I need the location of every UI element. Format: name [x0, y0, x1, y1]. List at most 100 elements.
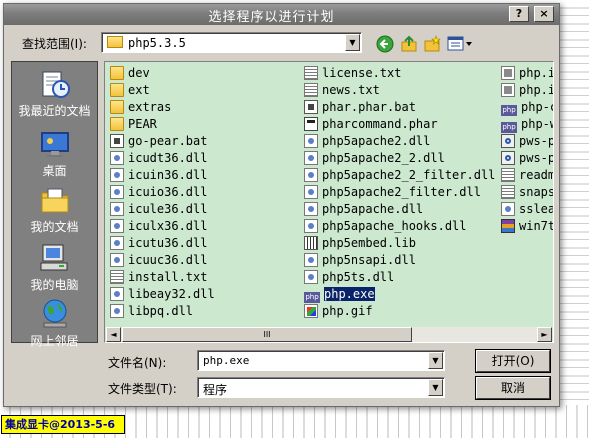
file-name: php5apache_hooks.dll: [322, 219, 467, 233]
look-in-value: php5.3.5: [128, 36, 186, 50]
file-item[interactable]: pws-p: [501, 133, 553, 150]
look-in-combo[interactable]: php5.3.5 ▼: [101, 32, 362, 53]
file-item[interactable]: icule36.dll: [110, 201, 207, 218]
filetype-select[interactable]: 程序 ▼: [197, 377, 445, 398]
view-menu-icon[interactable]: [447, 35, 473, 53]
back-icon[interactable]: [376, 35, 394, 53]
file-item[interactable]: php5apache2_filter.dll: [304, 184, 481, 201]
dll-file-icon: [501, 202, 515, 216]
folder-icon: [110, 83, 124, 97]
chevron-down-icon[interactable]: ▼: [428, 352, 443, 369]
file-item[interactable]: php5apache.dll: [304, 201, 423, 218]
file-item[interactable]: icuin36.dll: [110, 167, 207, 184]
my-documents-icon: [39, 184, 71, 216]
dll-file-icon: [304, 202, 318, 216]
file-item[interactable]: php php-c: [501, 99, 553, 116]
file-item[interactable]: dev: [110, 65, 150, 82]
file-item[interactable]: readm: [501, 167, 554, 184]
help-button[interactable]: ?: [509, 6, 529, 22]
file-item[interactable]: install.txt: [110, 269, 207, 286]
archive-icon: [501, 219, 515, 233]
place-desktop[interactable]: 桌面: [12, 128, 97, 179]
place-label: 网上邻居: [30, 334, 79, 348]
file-item[interactable]: php php.exe: [304, 286, 375, 303]
dll-file-icon: [304, 253, 318, 267]
file-item[interactable]: extras: [110, 99, 171, 116]
file-item[interactable]: ext: [110, 82, 150, 99]
file-item[interactable]: pws-p: [501, 150, 554, 167]
dll-file-icon: [304, 219, 318, 233]
file-name: icuin36.dll: [128, 168, 208, 182]
file-name: install.txt: [128, 270, 208, 284]
dll-file-icon: [110, 202, 124, 216]
file-item[interactable]: icuuc36.dll: [110, 252, 207, 269]
new-folder-icon[interactable]: [423, 35, 441, 53]
batch-file-icon: [110, 134, 124, 148]
dll-file-icon: [304, 185, 318, 199]
chevron-down-icon[interactable]: ▼: [428, 379, 443, 396]
php-icon: php: [304, 292, 320, 303]
chevron-down-icon[interactable]: ▼: [345, 34, 360, 51]
file-item[interactable]: PEAR: [110, 116, 157, 133]
filetype-label: 文件类型(T):: [108, 382, 177, 396]
file-item[interactable]: license.txt: [304, 65, 401, 82]
close-button[interactable]: ×: [534, 6, 554, 22]
filename-field[interactable]: php.exe ▼: [197, 350, 445, 371]
file-name: snaps: [519, 185, 554, 199]
folder-icon: [110, 66, 124, 80]
file-name: readm: [519, 168, 554, 182]
file-item[interactable]: php php-w: [501, 116, 553, 133]
date-stamp: 集成显卡@2013-5-6: [1, 415, 125, 434]
scroll-right-icon[interactable]: ►: [537, 327, 552, 342]
file-name: pharcommand.phar: [322, 117, 438, 131]
file-item[interactable]: icutu36.dll: [110, 235, 207, 252]
file-name: ext: [128, 83, 150, 97]
scroll-left-icon[interactable]: ◄: [106, 327, 121, 342]
file-item[interactable]: news.txt: [304, 82, 380, 99]
file-item[interactable]: pharcommand.phar: [304, 116, 438, 133]
file-item[interactable]: php.i: [501, 82, 554, 99]
file-item[interactable]: php5apache2.dll: [304, 133, 430, 150]
folder-icon: [110, 117, 124, 131]
file-item[interactable]: php5nsapi.dll: [304, 252, 416, 269]
file-item[interactable]: php5embed.lib: [304, 235, 416, 252]
place-label: 我的电脑: [30, 278, 79, 292]
file-name: news.txt: [322, 83, 380, 97]
scroll-thumb[interactable]: III: [122, 327, 412, 342]
file-item[interactable]: icuio36.dll: [110, 184, 207, 201]
file-item[interactable]: php5ts.dll: [304, 269, 394, 286]
file-item[interactable]: win7t: [501, 218, 553, 235]
php-icon: php: [501, 122, 517, 133]
cancel-button[interactable]: 取消: [475, 376, 551, 400]
horizontal-scrollbar[interactable]: ◄ III ►: [106, 327, 552, 342]
file-name: php5ts.dll: [322, 270, 395, 284]
text-file-icon: [304, 83, 318, 97]
place-network[interactable]: 网上邻居: [12, 298, 97, 349]
my-computer-icon: [39, 242, 71, 274]
file-item[interactable]: php5apache_hooks.dll: [304, 218, 467, 235]
place-my-computer[interactable]: 我的电脑: [12, 242, 97, 293]
place-my-documents[interactable]: 我的文档: [12, 184, 97, 235]
file-item[interactable]: snaps: [501, 184, 554, 201]
look-in-label: 查找范围(I):: [22, 37, 87, 51]
up-folder-icon[interactable]: [400, 35, 418, 53]
file-item[interactable]: phar.phar.bat: [304, 99, 416, 116]
file-item[interactable]: libpq.dll: [110, 303, 193, 320]
file-item[interactable]: libeay32.dll: [110, 286, 215, 303]
file-item[interactable]: php5apache2_2_filter.dll: [304, 167, 495, 184]
place-recent-documents[interactable]: 我最近的文档: [12, 68, 97, 119]
file-item[interactable]: iculx36.dll: [110, 218, 207, 235]
file-list[interactable]: dev ext extras PEAR go-pear.bat icudt36.dll ic…: [104, 61, 554, 343]
text-file-icon: [501, 185, 515, 199]
file-item[interactable]: go-pear.bat: [110, 133, 207, 150]
open-button[interactable]: 打开(O): [475, 349, 551, 373]
file-item[interactable]: php.gif: [304, 303, 373, 320]
desktop-icon: [39, 128, 71, 160]
file-name: pws-p: [519, 151, 554, 165]
file-item[interactable]: php5apache2_2.dll: [304, 150, 445, 167]
file-name: php.i: [519, 83, 554, 97]
file-name: go-pear.bat: [128, 134, 208, 148]
file-item[interactable]: php.i: [501, 65, 553, 82]
file-item[interactable]: icudt36.dll: [110, 150, 207, 167]
file-item[interactable]: sslea: [501, 201, 553, 218]
